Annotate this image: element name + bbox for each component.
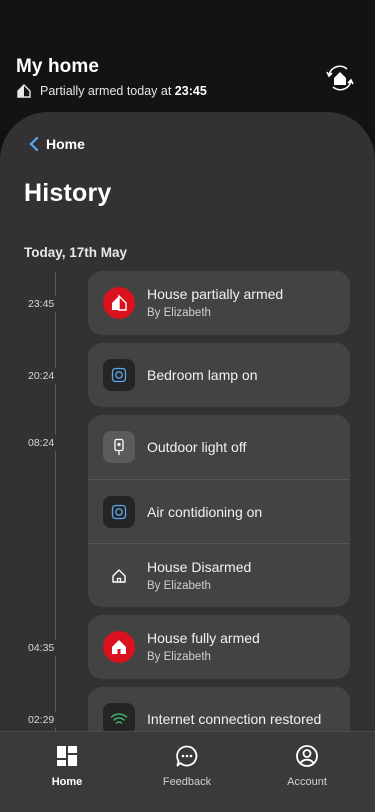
smart-plug-icon xyxy=(103,359,135,391)
event-subtitle: By Elizabeth xyxy=(147,651,211,663)
chat-bubble-icon xyxy=(176,745,198,767)
event-air-conditioning-on[interactable]: Air contidioning on xyxy=(88,479,350,543)
arm-status: Partially armed today at 23:45 xyxy=(16,83,207,99)
sync-house-icon[interactable] xyxy=(325,65,355,91)
timeline-line xyxy=(55,272,56,732)
page-title: History xyxy=(24,179,112,207)
history-card[interactable]: House fully armed By Elizabeth xyxy=(88,615,350,679)
smart-plug-icon xyxy=(103,495,135,528)
arm-status-text: Partially armed today at 23:45 xyxy=(40,84,207,98)
arm-status-prefix: Partially armed today at xyxy=(40,84,172,98)
user-circle-icon xyxy=(296,745,318,767)
date-heading: Today, 17th May xyxy=(24,245,128,260)
nav-account[interactable]: Account xyxy=(257,744,357,788)
home-title: My home xyxy=(16,56,100,77)
arm-status-time: 23:45 xyxy=(174,84,207,98)
back-button[interactable]: Home xyxy=(28,136,85,152)
event-title: House partially armed xyxy=(147,286,284,302)
time-label: 04:35 xyxy=(28,640,83,656)
event-house-partially-armed[interactable]: House partially armed By Elizabeth xyxy=(88,271,350,335)
time-label: 20:24 xyxy=(28,368,83,384)
time-label: 23:45 xyxy=(28,296,83,312)
time-label: 08:24 xyxy=(28,435,83,451)
house-armed-partial-icon xyxy=(103,287,135,319)
history-sheet: Home History Today, 17th May 23:45 20:24… xyxy=(0,112,375,812)
house-armed-partial-icon xyxy=(17,84,31,98)
event-house-disarmed[interactable]: House Disarmed By Elizabeth xyxy=(88,543,350,607)
nav-home-label: Home xyxy=(51,776,83,788)
event-bedroom-lamp-on[interactable]: Bedroom lamp on xyxy=(88,343,350,407)
time-label: 02:29 xyxy=(28,712,83,728)
app-header: My home Partially armed today at 23:45 xyxy=(0,0,375,130)
bottom-nav: Home Feedback Account xyxy=(0,731,375,812)
event-title: Air contidioning on xyxy=(147,503,263,520)
history-card[interactable]: Bedroom lamp on xyxy=(88,343,350,407)
dashboard-icon xyxy=(57,746,77,766)
house-armed-full-icon xyxy=(103,631,135,663)
back-label: Home xyxy=(46,136,85,152)
event-title: Bedroom lamp on xyxy=(147,367,258,383)
event-subtitle: By Elizabeth xyxy=(147,307,211,319)
chevron-left-icon xyxy=(29,136,39,152)
nav-account-label: Account xyxy=(287,776,327,788)
event-house-fully-armed[interactable]: House fully armed By Elizabeth xyxy=(88,615,350,679)
outdoor-light-icon xyxy=(103,431,135,463)
history-card[interactable]: House partially armed By Elizabeth xyxy=(88,271,350,335)
event-title: House Disarmed xyxy=(147,558,252,575)
nav-feedback[interactable]: Feedback xyxy=(137,744,237,788)
event-outdoor-light-off[interactable]: Outdoor light off xyxy=(88,415,350,479)
event-title: Outdoor light off xyxy=(147,439,247,455)
history-card[interactable]: Outdoor light off Air contidioning on Ho… xyxy=(88,415,350,607)
event-subtitle: By Elizabeth xyxy=(147,579,211,592)
event-title: Internet connection restored xyxy=(147,711,322,727)
nav-home[interactable]: Home xyxy=(17,744,117,788)
house-outline-icon xyxy=(103,560,135,592)
nav-feedback-label: Feedback xyxy=(162,776,212,788)
event-title: House fully armed xyxy=(147,630,260,646)
